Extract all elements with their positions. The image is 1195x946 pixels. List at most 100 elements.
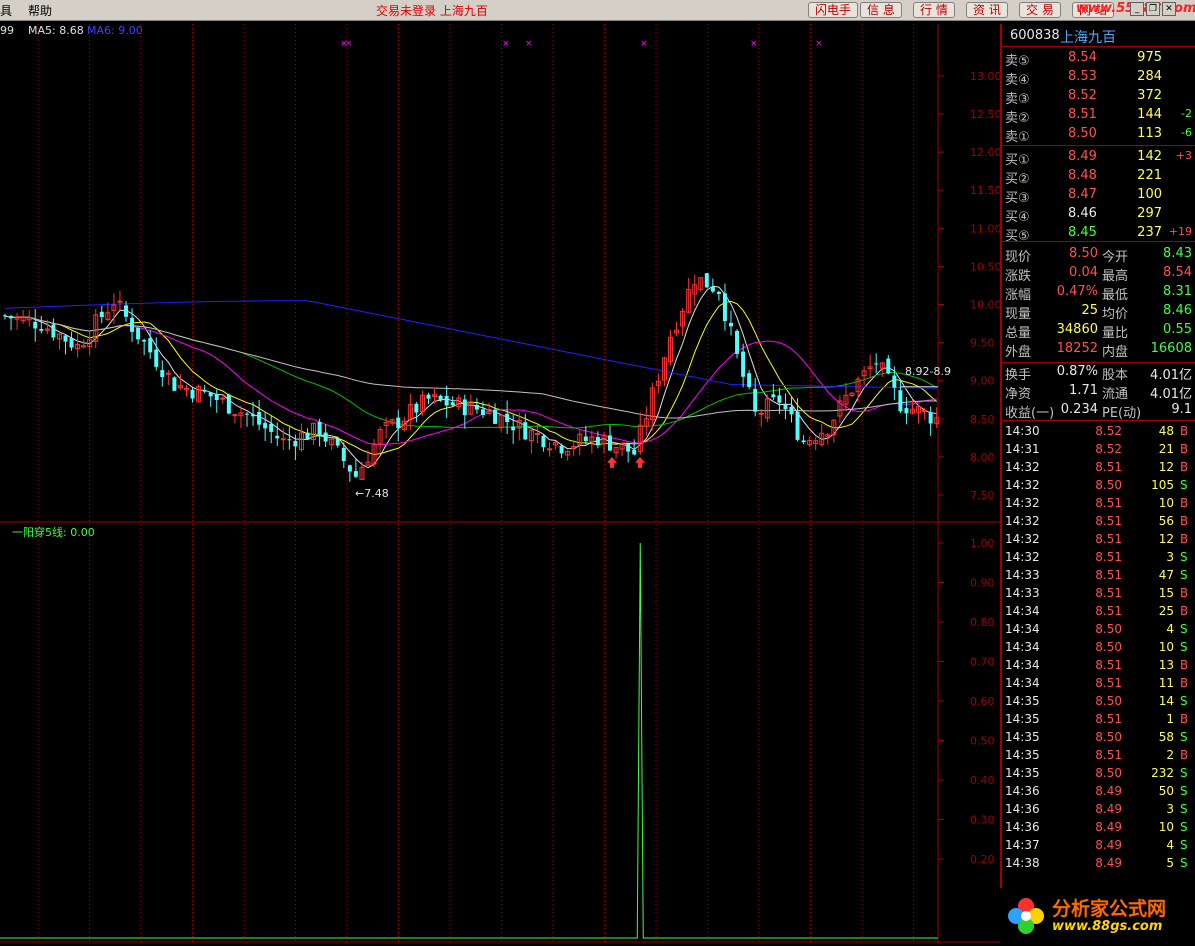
tick-time: 14:35 (1005, 766, 1040, 780)
menu-help[interactable]: 帮助 (28, 2, 52, 19)
ask-level-row[interactable]: 卖③ 8.52 372 (1002, 87, 1195, 107)
price-tick-label: 7.50 (970, 489, 995, 502)
candle-body (69, 338, 74, 348)
fund-label: 股本 (1102, 368, 1129, 383)
fundamental-row: 换手 0.87% 股本 4.01亿 (1002, 363, 1195, 383)
candle-body (172, 377, 177, 391)
candle-body (33, 321, 38, 329)
bid-level-row[interactable]: 买④ 8.46 297 (1002, 205, 1195, 225)
minimize-icon[interactable]: _ (1130, 2, 1144, 16)
ask-label: 卖④ (1005, 73, 1030, 88)
info-button[interactable]: 信 息 (860, 2, 902, 18)
quote-panel: 600838 上海九百 卖⑤ 8.54 975 卖④ 8.53 284 卖③ 8.52 372 卖… (1000, 24, 1195, 946)
tick-time: 14:35 (1005, 694, 1040, 708)
tick-time: 14:37 (1005, 838, 1040, 852)
kline-chart[interactable]: ×× × × × × × 13.0012.5012.0011.5011.0010.5010… (0, 20, 1000, 946)
restore-icon[interactable]: ❐ (1146, 2, 1160, 16)
ask-volume: 284 (1137, 69, 1162, 84)
fund-label: 流通 (1102, 387, 1129, 402)
bid-level-row[interactable]: 买① 8.49 142 +3 (1002, 148, 1195, 168)
close-icon[interactable]: ✕ (1162, 2, 1176, 16)
candle-body (124, 305, 128, 317)
tick-volume: 10 (1158, 640, 1174, 654)
candle-body (729, 322, 733, 327)
candle-body (335, 438, 340, 446)
tick-row: 14:36 8.49 3 S (1002, 801, 1195, 819)
price-tick-label: 9.00 (970, 375, 995, 388)
quote-stat-row: 现量 25 均价 8.46 (1002, 302, 1195, 322)
signal-marker-icon: × (345, 39, 353, 49)
candle-body (704, 273, 709, 288)
price-tick-label: 8.50 (970, 413, 995, 426)
bid-price: 8.47 (1068, 187, 1097, 202)
ask-level-row[interactable]: 卖⑤ 8.54 975 (1002, 49, 1195, 69)
bid-level-row[interactable]: 买② 8.48 221 (1002, 167, 1195, 187)
tick-price: 8.51 (1095, 658, 1122, 672)
news-button[interactable]: 资 讯 (966, 2, 1008, 18)
tick-volume: 47 (1158, 568, 1174, 582)
stat-label: 今开 (1102, 250, 1129, 265)
stat-value: 34860 (1056, 322, 1098, 337)
bid-level-row[interactable]: 买③ 8.47 100 (1002, 186, 1195, 206)
tick-row: 14:32 8.51 56 B (1002, 513, 1195, 531)
price-tick-label: 11.50 (970, 184, 1000, 197)
tick-side: S (1180, 856, 1188, 870)
tick-row: 14:34 8.50 4 S (1002, 621, 1195, 639)
tick-side: S (1180, 730, 1188, 744)
tick-volume: 58 (1158, 730, 1174, 744)
menu-bar: 具 帮助 交易未登录 上海九百 闪电手 信 息 行 情 资 讯 交 易 网 站 … (0, 0, 1195, 21)
trade-button[interactable]: 交 易 (1019, 2, 1061, 18)
price-tick-label: 8.00 (970, 451, 995, 464)
tick-price: 8.50 (1095, 694, 1122, 708)
tick-row: 14:31 8.52 21 B (1002, 441, 1195, 459)
candle-body (922, 409, 928, 412)
indicator-tick-label: 1.00 (970, 537, 995, 550)
candle-body (341, 447, 346, 461)
price-tick-label: 12.00 (970, 146, 1000, 159)
flower-logo-icon (1008, 898, 1044, 934)
candle-body (722, 293, 727, 322)
candle-body (396, 417, 401, 429)
menu-tools[interactable]: 具 (0, 2, 12, 19)
quotes-button[interactable]: 行 情 (913, 2, 955, 18)
fund-value: 9.1 (1171, 402, 1192, 417)
tick-time: 14:32 (1005, 514, 1040, 528)
stock-name: 上海九百 (1060, 30, 1116, 46)
fund-value: 0.234 (1060, 402, 1098, 417)
tick-row: 14:37 8.49 4 S (1002, 837, 1195, 855)
candle-body (534, 432, 540, 435)
tick-row: 14:36 8.49 10 S (1002, 819, 1195, 837)
stat-label: 最低 (1102, 288, 1129, 303)
candle-body (904, 408, 909, 414)
ask-level-row[interactable]: 卖① 8.50 113 -6 (1002, 125, 1195, 145)
tick-time: 14:36 (1005, 784, 1040, 798)
bid-volume: 297 (1137, 206, 1162, 221)
ask-label: 卖② (1005, 111, 1030, 126)
flash-trade-button[interactable]: 闪电手 (808, 2, 859, 18)
tick-volume: 50 (1158, 784, 1174, 798)
candle-body (886, 358, 891, 374)
ask-level-row[interactable]: 卖② 8.51 144 -2 (1002, 106, 1195, 126)
candle-body (462, 399, 467, 416)
tick-side: S (1180, 838, 1188, 852)
bid-volume: 237 (1137, 225, 1162, 240)
candle-body (493, 409, 498, 424)
tick-price: 8.49 (1095, 820, 1122, 834)
quote-header: 600838 上海九百 (1002, 24, 1195, 46)
candle-body (220, 397, 226, 400)
tick-volume: 48 (1158, 424, 1174, 438)
logo-text: 分析家公式网 (1052, 898, 1167, 920)
divider (1002, 420, 1195, 421)
ask-level-row[interactable]: 卖④ 8.53 284 (1002, 68, 1195, 88)
indicator-tick-label: 0.70 (970, 656, 995, 669)
tick-side: B (1180, 496, 1189, 510)
tick-volume: 10 (1158, 820, 1174, 834)
fund-label: 收益(一) (1005, 406, 1055, 421)
candle-body (801, 440, 806, 443)
tick-price: 8.52 (1095, 442, 1122, 456)
tick-row: 14:32 8.51 12 B (1002, 459, 1195, 477)
tick-time: 14:36 (1005, 802, 1040, 816)
tick-volume: 21 (1158, 442, 1174, 456)
price-tick-label: 13.00 (970, 70, 1000, 83)
candle-body (323, 432, 328, 442)
